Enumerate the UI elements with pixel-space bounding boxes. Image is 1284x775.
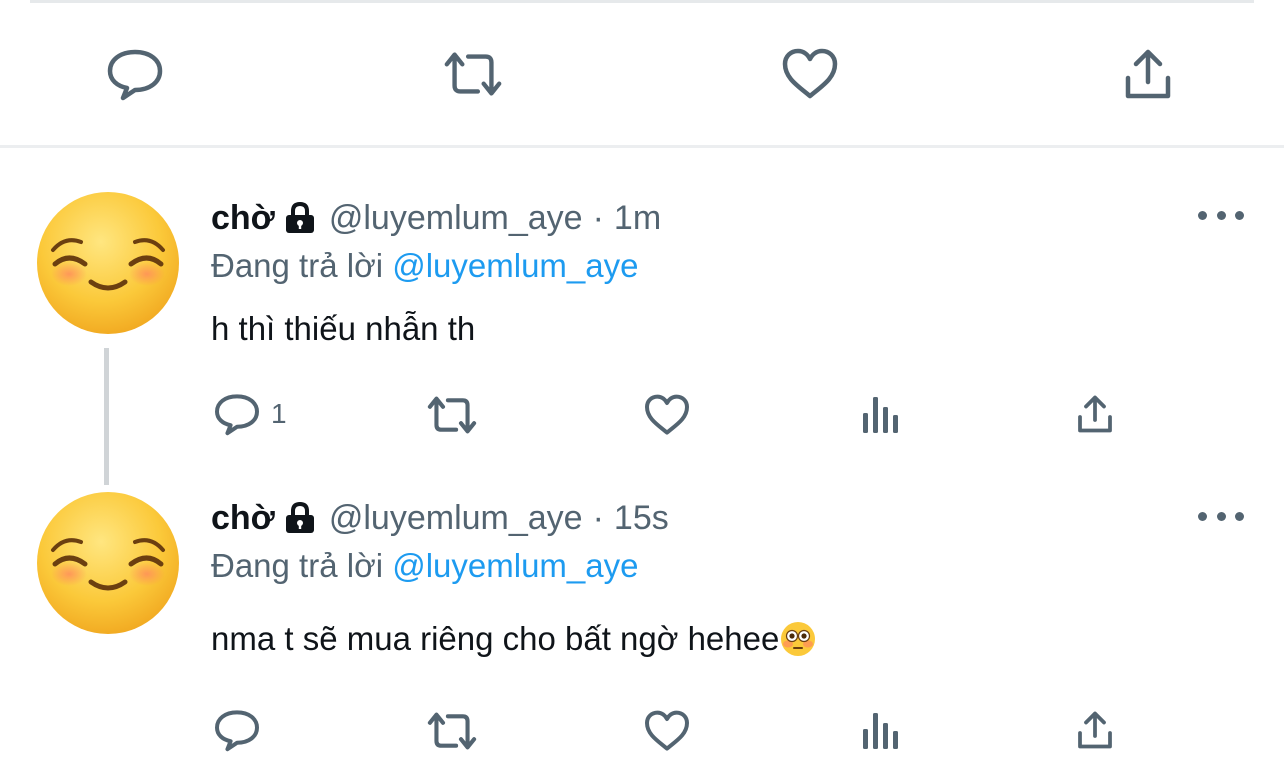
like-button[interactable]: [643, 392, 691, 438]
more-dots-icon: [1235, 511, 1244, 521]
mention-link[interactable]: @luyemlum_aye: [392, 547, 638, 584]
retweet-button[interactable]: [441, 44, 505, 104]
replying-to-label: Đang trả lời: [211, 547, 384, 584]
tweet-text: nma t sẽ mua riêng cho bất ngờ hehee: [211, 620, 780, 657]
reply-button[interactable]: [213, 706, 271, 754]
retweet-button[interactable]: [425, 392, 479, 438]
flushed-face-emoji-icon: [780, 621, 816, 657]
tweet-text: h thì thiếu nhẫn th: [211, 310, 476, 347]
share-icon: [1078, 711, 1112, 749]
retweet-icon: [427, 712, 477, 750]
replying-to-label: Đang trả lời: [211, 247, 384, 284]
reply-button[interactable]: [103, 44, 167, 104]
username-handle[interactable]: @luyemlum_aye: [329, 499, 583, 538]
like-icon: [645, 710, 689, 751]
retweet-icon: [427, 396, 477, 434]
like-button[interactable]: [643, 708, 691, 754]
share-button[interactable]: [1074, 708, 1116, 752]
mention-link[interactable]: @luyemlum_aye: [392, 247, 638, 284]
share-icon: [1125, 49, 1171, 99]
more-options-button[interactable]: [1198, 506, 1244, 526]
analytics-icon: [863, 713, 898, 749]
tweet-action-bar: [0, 0, 1284, 146]
more-dots-icon: [1216, 511, 1226, 521]
like-icon: [782, 48, 838, 99]
timestamp[interactable]: 1m: [614, 199, 661, 238]
relieved-face-emoji-icon: [37, 492, 179, 634]
username-handle[interactable]: @luyemlum_aye: [329, 199, 583, 238]
avatar[interactable]: [35, 490, 181, 636]
lock-icon: [283, 501, 317, 535]
analytics-button[interactable]: [861, 393, 901, 435]
tweet-header: chờ @luyemlum_aye · 1m: [211, 195, 661, 241]
relieved-face-emoji-icon: [37, 192, 179, 334]
more-dots-icon: [1198, 210, 1207, 220]
retweet-icon: [444, 52, 502, 96]
tweet-text-container: nma t sẽ mua riêng cho bất ngờ hehee: [211, 620, 816, 658]
replying-to: Đang trả lời @luyemlum_aye: [211, 247, 638, 285]
section-divider: [0, 145, 1284, 148]
analytics-button[interactable]: [861, 709, 901, 751]
analytics-icon: [863, 397, 898, 433]
more-dots-icon: [1235, 210, 1244, 220]
reply-icon: [107, 49, 163, 101]
tweet-header: chờ @luyemlum_aye · 15s: [211, 495, 669, 541]
timestamp[interactable]: 15s: [614, 499, 669, 538]
avatar[interactable]: [35, 190, 181, 336]
thread-connector: [104, 348, 109, 485]
replying-to: Đang trả lời @luyemlum_aye: [211, 547, 638, 585]
share-button[interactable]: [1116, 44, 1180, 104]
share-button[interactable]: [1074, 392, 1116, 436]
lock-icon: [283, 201, 317, 235]
like-icon: [645, 394, 689, 435]
separator-dot: ·: [592, 498, 604, 537]
display-name[interactable]: chờ: [211, 199, 275, 238]
share-icon: [1078, 395, 1112, 433]
display-name[interactable]: chờ: [211, 499, 275, 538]
more-dots-icon: [1216, 210, 1226, 220]
reply-icon: [215, 394, 259, 436]
reply-button[interactable]: 1: [213, 390, 287, 438]
separator-dot: ·: [592, 198, 604, 237]
more-dots-icon: [1198, 511, 1207, 521]
reply-icon: [215, 710, 259, 752]
retweet-button[interactable]: [425, 708, 479, 754]
like-button[interactable]: [778, 44, 842, 104]
more-options-button[interactable]: [1198, 205, 1244, 225]
reply-count: 1: [271, 398, 287, 429]
